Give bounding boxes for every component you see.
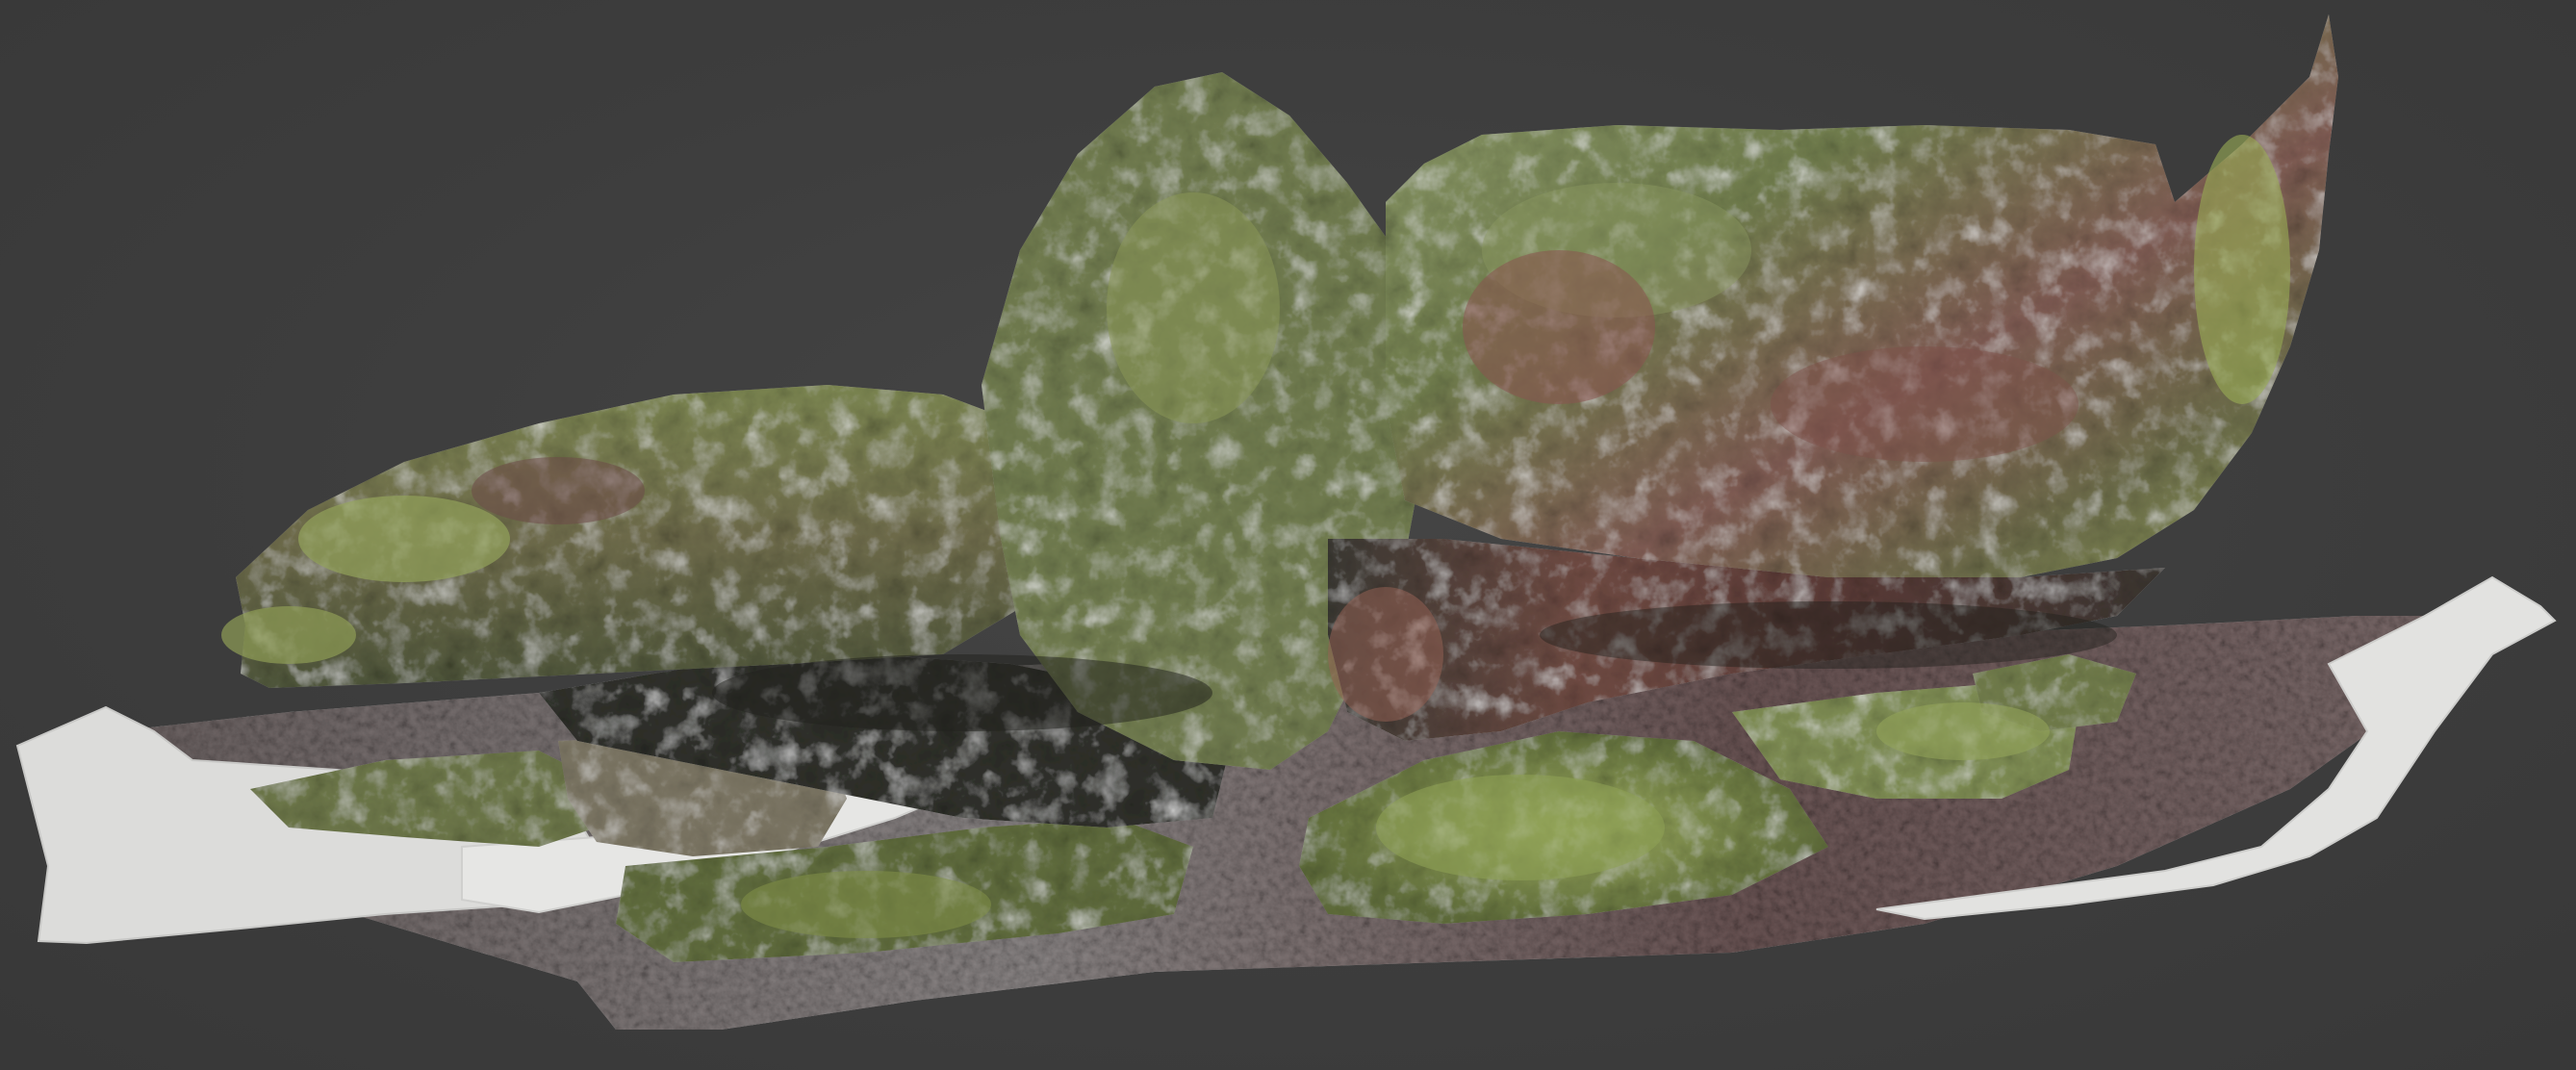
moss-patch xyxy=(298,496,510,582)
shadow xyxy=(712,654,1212,731)
moss-patch xyxy=(1107,192,1280,423)
3d-viewport[interactable] xyxy=(0,0,2576,1070)
shadow xyxy=(1540,601,2117,669)
rock-red-patch xyxy=(1463,250,1655,404)
moss-patch xyxy=(1376,775,1665,880)
rock-red-patch xyxy=(472,457,645,524)
moss-patch xyxy=(741,871,991,938)
rock-red-patch xyxy=(1771,346,2079,462)
moss-patch xyxy=(2194,135,2290,404)
moss-patch xyxy=(1876,702,2050,760)
moss-patch xyxy=(221,606,356,664)
rock-red-patch xyxy=(1328,587,1443,722)
photogrammetry-model xyxy=(15,14,2557,1030)
